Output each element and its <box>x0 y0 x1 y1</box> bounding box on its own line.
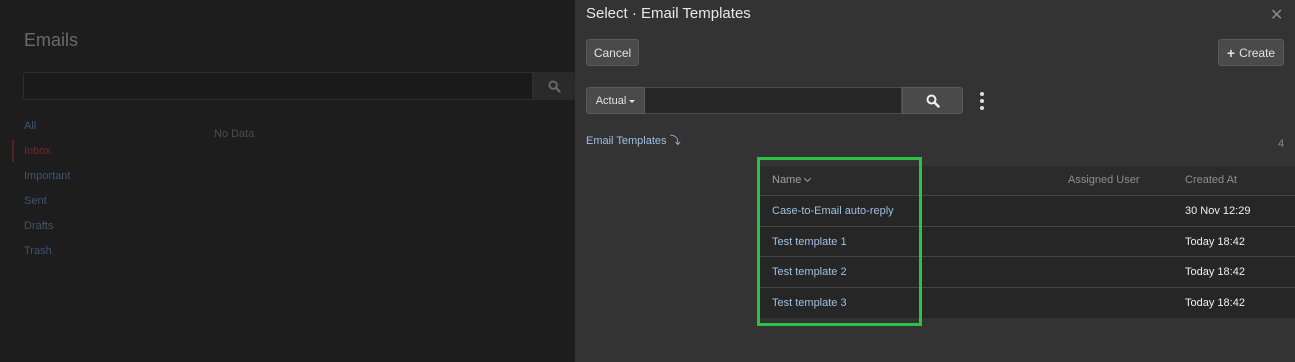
created-at-cell: Today 18:42 <box>1185 235 1245 248</box>
sort-arrow-icon: ⤵ <box>669 135 681 147</box>
template-name-link[interactable]: Case-to-Email auto-reply <box>772 205 894 217</box>
cancel-button[interactable]: Cancel <box>586 39 639 66</box>
search-button[interactable] <box>902 87 963 114</box>
plus-icon: + <box>1226 44 1236 61</box>
select-modal: Select · Email Templates ✕ Cancel + Crea… <box>575 0 1295 362</box>
search-input[interactable] <box>645 87 902 114</box>
modal-title: Select · Email Templates <box>586 5 751 22</box>
template-name-link[interactable]: Test template 1 <box>772 236 847 248</box>
created-at-cell: Today 18:42 <box>1185 266 1245 278</box>
folder-item-sent: Sent <box>24 195 47 207</box>
search-icon <box>926 94 940 108</box>
folder-item-trash: Trash <box>24 245 52 257</box>
folder-item-all: All <box>24 120 37 132</box>
table-row[interactable]: Test template 1 Today 18:42 <box>758 226 1295 257</box>
chevron-down-icon <box>804 174 812 183</box>
created-at-cell: 30 Nov 12:29 <box>1185 205 1251 217</box>
table-row[interactable]: Case-to-Email auto-reply 30 Nov 12:29 <box>758 196 1295 227</box>
caret-down-icon <box>629 99 636 103</box>
filter-dropdown[interactable]: Actual <box>586 87 645 114</box>
background-page: Emails All Inbox Important Sent Drafts T… <box>0 0 575 362</box>
table-header: Name Assigned User Created At <box>758 166 1295 196</box>
background-search-button <box>533 72 575 100</box>
column-header-assigned-user[interactable]: Assigned User <box>1068 174 1140 186</box>
more-actions-icon[interactable] <box>979 92 985 110</box>
template-name-link[interactable]: Test template 2 <box>772 266 847 278</box>
empty-state-text: No Data <box>214 128 255 140</box>
search-icon <box>547 79 561 93</box>
column-header-name-label: Name <box>772 174 802 186</box>
table-row[interactable]: Test template 2 Today 18:42 <box>758 257 1295 288</box>
template-name-link[interactable]: Test template 3 <box>772 297 847 309</box>
column-header-created-at[interactable]: Created At <box>1185 174 1237 186</box>
page-title: Emails <box>24 30 79 50</box>
create-button[interactable]: + Create <box>1218 39 1284 66</box>
created-at-cell: Today 18:42 <box>1185 296 1245 309</box>
column-header-name[interactable]: Name <box>772 174 812 186</box>
table-row[interactable]: Test template 3 Today 18:42 <box>758 287 1295 318</box>
active-folder-indicator <box>12 140 14 162</box>
list-heading-label: Email Templates <box>586 135 667 147</box>
record-count: 4 <box>1278 138 1285 150</box>
folder-item-drafts: Drafts <box>24 220 54 232</box>
folder-item-inbox: Inbox <box>24 145 51 157</box>
create-button-label: Create <box>1239 45 1276 60</box>
folder-item-important: Important <box>24 170 71 182</box>
background-search-input <box>23 72 533 100</box>
templates-table: Name Assigned User Created At Case-to-Em… <box>758 166 1295 318</box>
folder-list: All Inbox Important Sent Drafts Trash <box>24 118 70 268</box>
close-icon[interactable]: ✕ <box>1270 5 1283 25</box>
filter-dropdown-label: Actual <box>595 94 627 107</box>
list-heading[interactable]: Email Templates ⤵ <box>586 132 681 148</box>
